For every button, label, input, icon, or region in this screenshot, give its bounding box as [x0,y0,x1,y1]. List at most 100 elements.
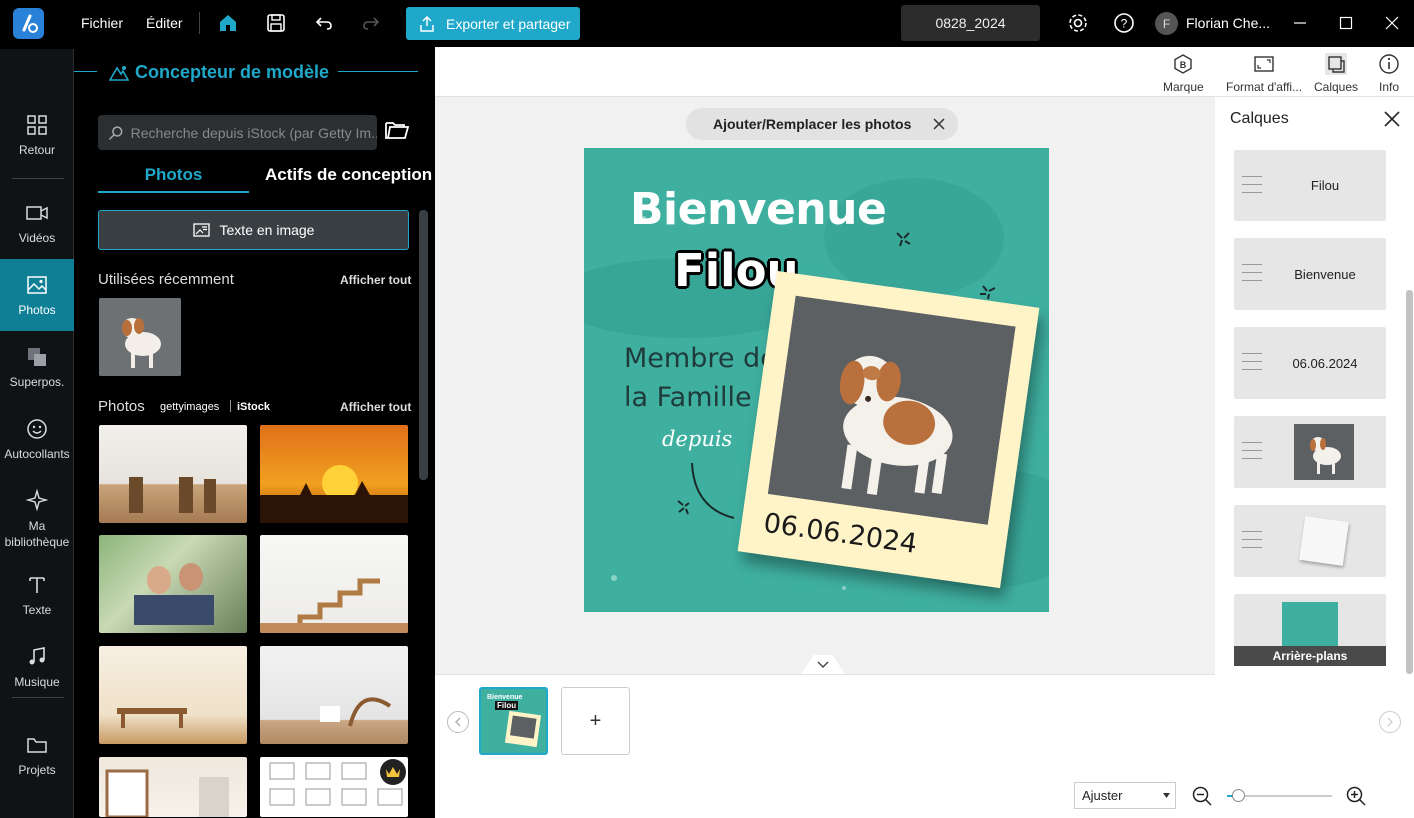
folder-icon [27,738,47,753]
drag-handle-icon[interactable] [1242,176,1262,200]
design-canvas[interactable]: Bienvenue Filou Membre de la Famille dep… [584,148,1049,612]
add-page-button[interactable]: + [561,687,630,755]
stock-photo-dining[interactable] [99,425,247,523]
drag-handle-icon[interactable] [1242,353,1262,377]
photos-show-all-link[interactable]: Afficher tout [340,400,411,414]
photos-title: Photos [98,398,145,415]
layer-label: Bienvenue [1294,266,1356,282]
tab-photos[interactable]: Photos [98,165,249,185]
zoom-out-icon[interactable] [1192,786,1212,811]
zoom-slider-knob[interactable] [1231,789,1245,802]
layer-item-bienvenue[interactable]: Bienvenue [1234,238,1386,310]
photo-frame[interactable]: 06.06.2024 [737,270,1040,589]
sticker-icon [27,419,47,439]
layer-bg-thumbnail [1282,602,1338,648]
tool-info[interactable]: Info [1378,53,1400,94]
minimize-icon[interactable] [1287,10,1313,36]
undo-icon[interactable] [311,10,337,36]
recent-photo-dog[interactable] [99,298,181,376]
home-icon[interactable] [215,10,241,36]
rail-item-autocollants[interactable]: Autocollants [0,403,74,475]
sparkle-icon [25,488,49,512]
layer-item-dog-photo[interactable] [1234,416,1386,488]
zoom-fit-select[interactable]: Ajuster [1074,782,1176,809]
text-to-image-button[interactable]: Texte en image [98,210,409,250]
tool-label: Format d'affi... [1226,80,1303,94]
svg-text:B: B [1180,60,1187,70]
close-window-icon[interactable] [1379,10,1405,36]
open-folder-icon[interactable] [384,119,410,146]
canvas-title-bienvenue[interactable]: Bienvenue [630,184,887,235]
stock-photo-bench[interactable] [99,646,247,744]
zoom-slider-track[interactable] [1227,789,1332,802]
stock-photo-window[interactable] [99,757,247,817]
save-icon[interactable] [263,10,289,36]
dropdown-caret-icon [1163,793,1170,798]
layer-item-filou[interactable]: Filou [1234,150,1386,221]
canvas-text-famille[interactable]: la Famille [624,382,752,413]
search-input[interactable]: Recherche depuis iStock (par Getty Im... [98,115,377,150]
menu-fichier[interactable]: Fichier [81,15,123,31]
stock-photo-couple[interactable] [99,535,247,633]
tool-marque[interactable]: B Marque [1163,53,1204,94]
logo-divider [230,400,231,412]
rail-divider [12,178,64,179]
stock-photo-sunset[interactable] [260,425,408,523]
settings-gear-icon[interactable] [1065,10,1091,36]
layers-scrollbar[interactable] [1406,290,1413,674]
user-avatar[interactable]: F [1155,12,1178,35]
layer-frame-thumbnail [1299,516,1349,566]
rail-item-videos[interactable]: Vidéos [0,187,74,259]
zoom-in-icon[interactable] [1346,786,1366,811]
rail-item-retour[interactable]: Retour [0,99,74,171]
library-scrollbar[interactable] [419,210,428,480]
canvas-text-depuis[interactable]: depuis [662,427,732,451]
rail-item-superpos[interactable]: Superpos. [0,331,74,403]
rail-item-projets[interactable]: Projets [0,719,74,791]
rail-label: Vidéos [18,231,56,245]
replace-photos-pill[interactable]: Ajouter/Remplacer les photos [686,108,958,140]
app-logo[interactable] [13,8,44,39]
rail-label: Projets [18,763,56,777]
layer-item-date[interactable]: 06.06.2024 [1234,327,1386,399]
close-pill-icon[interactable] [933,118,945,130]
redo-icon[interactable] [358,10,384,36]
help-icon[interactable]: ? [1111,10,1137,36]
recent-show-all-link[interactable]: Afficher tout [340,273,411,287]
timeline-prev-button[interactable] [447,711,469,733]
export-share-button[interactable]: Exporter et partager [406,7,580,40]
drag-handle-icon[interactable] [1242,531,1262,555]
rail-label: Retour [18,143,56,157]
dog-photo[interactable] [767,295,1016,525]
layer-item-frame[interactable] [1234,505,1386,577]
info-icon [1379,54,1399,74]
nav-rail: Retour Vidéos Photos Superpos. Autocolla… [0,49,74,818]
rail-item-musique[interactable]: Musique [0,631,74,703]
tool-calques[interactable]: Calques [1314,53,1358,94]
rail-item-ma-bibliotheque[interactable]: Ma bibliothèque [0,477,74,561]
stock-photo-stairs[interactable] [260,535,408,633]
tool-format[interactable]: Format d'affi... [1226,53,1302,94]
menu-editer[interactable]: Éditer [146,15,183,31]
layer-backgrounds-label: Arrière-plans [1234,646,1386,666]
user-name[interactable]: Florian Che... [1186,15,1270,31]
chevron-right-icon [1387,717,1393,727]
page-thumbnail-1[interactable]: Bienvenue Filou [479,687,548,755]
close-layers-icon[interactable] [1384,111,1400,132]
canvas-text-membre[interactable]: Membre de [624,343,777,374]
premium-crown-icon [380,759,406,785]
chevron-down-icon [817,661,829,668]
maximize-icon[interactable] [1333,10,1359,36]
rail-item-photos[interactable]: Photos [0,259,74,331]
rail-label: Autocollants [4,447,70,461]
canvas-date-text[interactable]: 06.06.2024 [762,508,919,560]
timeline-next-button[interactable] [1379,711,1401,733]
drag-handle-icon[interactable] [1242,442,1262,466]
tab-design-assets[interactable]: Actifs de conception [265,165,432,185]
layer-item-backgrounds[interactable]: Arrière-plans [1234,594,1386,666]
project-name-field[interactable]: 0828_2024 [901,5,1040,41]
stock-photo-cup[interactable] [260,646,408,744]
rail-item-texte[interactable]: Texte [0,559,74,631]
expand-timeline-tab[interactable] [800,655,846,675]
drag-handle-icon[interactable] [1242,264,1262,288]
